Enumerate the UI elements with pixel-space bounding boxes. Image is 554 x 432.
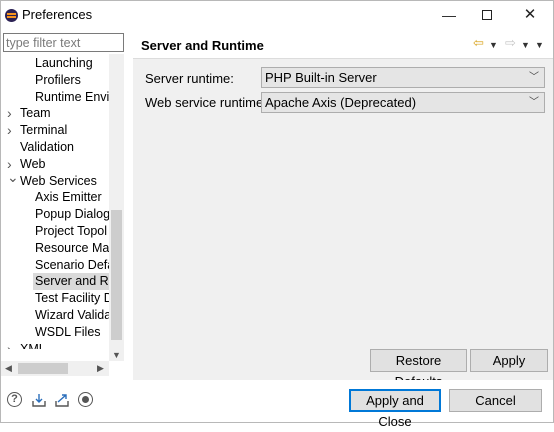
preference-navigation: Launching Profilers Runtime Envir › Team › Ter…: [1, 30, 128, 380]
vertical-scroll-thumb[interactable]: [111, 210, 122, 340]
tree-item[interactable]: Runtime Envir: [1, 89, 109, 106]
apply-button[interactable]: Apply: [470, 349, 548, 372]
back-dropdown-icon[interactable]: ▼: [489, 38, 498, 52]
scroll-right-icon[interactable]: ▶: [97, 361, 104, 376]
close-button[interactable]: ✕: [518, 5, 542, 25]
tree-item-label: Popup Dialog: [35, 207, 109, 222]
tree-item-label: Server and Ru: [35, 274, 109, 289]
minimize-button[interactable]: —: [437, 5, 461, 25]
apply-and-close-button[interactable]: Apply and Close: [349, 389, 441, 429]
tree-item-label: Validation: [20, 140, 74, 154]
import-icon[interactable]: [31, 392, 47, 408]
tree-item-label: WSDL Files: [35, 324, 101, 339]
tree-item-label: Team: [20, 106, 51, 121]
preferences-dialog: Preferences — ✕ Launching Profilers Runtim…: [0, 0, 554, 429]
maximize-icon: [482, 10, 492, 21]
filter-input[interactable]: [3, 33, 124, 52]
web-service-runtime-value: Apache Axis (Deprecated): [265, 95, 417, 110]
tree-item[interactable]: WSDL Files: [1, 324, 109, 341]
forward-dropdown-icon[interactable]: ▼: [521, 38, 530, 52]
tree-item[interactable]: Axis Emitter: [1, 189, 109, 206]
dialog-footer: ? Apply and Close Cancel: [1, 380, 553, 429]
tree-vertical-scrollbar[interactable]: ▼: [109, 54, 124, 361]
tree-item[interactable]: Wizard Valida: [1, 307, 109, 324]
export-icon[interactable]: [54, 392, 70, 408]
maximize-button[interactable]: [475, 5, 499, 25]
chevron-down-icon: ﹀: [529, 72, 539, 83]
server-runtime-select[interactable]: PHP Built-in Server ﹀: [261, 67, 545, 88]
page-title: Server and Runtime: [141, 38, 264, 53]
tree-item-label: Terminal: [20, 123, 68, 138]
tree-item[interactable]: Test Facility D: [1, 290, 109, 307]
tree-item[interactable]: Validation: [1, 139, 109, 156]
tree-item-label: Profilers: [35, 72, 81, 87]
tree-item-label: XML: [20, 341, 46, 349]
tree-item-label: Wizard Valida: [35, 308, 109, 322]
help-icon[interactable]: ?: [7, 392, 22, 407]
tree-item-label: Web Services: [20, 173, 97, 188]
chevron-right-icon[interactable]: ›: [7, 341, 12, 349]
tree-item[interactable]: › Terminal: [1, 122, 109, 139]
preference-tree: Launching Profilers Runtime Envir › Team › Ter…: [1, 54, 109, 349]
tree-item-label: Web: [20, 156, 46, 171]
tree-item[interactable]: Launching: [1, 55, 109, 72]
chevron-right-icon[interactable]: ›: [7, 105, 12, 122]
web-service-runtime-select[interactable]: Apache Axis (Deprecated) ﹀: [261, 92, 545, 113]
restore-defaults-button[interactable]: Restore Defaults: [370, 349, 467, 389]
tree-item[interactable]: › Team: [1, 105, 109, 122]
eclipse-icon: [5, 9, 18, 22]
title-bar: Preferences — ✕: [1, 1, 553, 30]
tree-item-label: Project Topol: [35, 224, 108, 238]
tree-horizontal-scrollbar[interactable]: ◀ ▶: [1, 361, 109, 376]
record-icon[interactable]: [78, 392, 93, 407]
tree-item[interactable]: Scenario Defa: [1, 257, 109, 274]
server-runtime-label: Server runtime:: [145, 71, 234, 86]
chevron-down-icon[interactable]: ⌄: [7, 169, 19, 186]
chevron-right-icon[interactable]: ›: [7, 122, 12, 139]
window-title: Preferences: [22, 7, 93, 22]
web-service-runtime-label: Web service runtime:: [145, 95, 267, 110]
tree-item-label: Scenario Defa: [35, 257, 109, 272]
tree-item[interactable]: Popup Dialog: [1, 206, 109, 223]
back-arrow-icon[interactable]: ⇦: [473, 36, 484, 50]
tree-item-label: Runtime Envir: [35, 89, 109, 104]
tree-item-label: Axis Emitter: [35, 190, 102, 205]
tree-item[interactable]: ⌄ Web Services: [1, 169, 109, 190]
tree-item-label: Resource Mar: [35, 240, 109, 255]
tree-item[interactable]: Server and Ru: [33, 273, 109, 291]
tree-item[interactable]: › XML: [1, 341, 109, 349]
tree-item[interactable]: Project Topol: [1, 223, 109, 240]
server-runtime-value: PHP Built-in Server: [265, 70, 377, 85]
scroll-down-icon[interactable]: ▼: [112, 350, 121, 360]
scroll-left-icon[interactable]: ◀: [5, 361, 12, 376]
forward-arrow-icon[interactable]: ⇨: [505, 36, 516, 50]
tree-item[interactable]: Profilers: [1, 72, 109, 89]
page-header: Server and Runtime ⇦ ▼ ⇨ ▼ ▼: [133, 30, 553, 59]
cancel-button[interactable]: Cancel: [449, 389, 542, 412]
view-menu-icon[interactable]: ▼: [535, 38, 544, 52]
tree-item-label: Launching: [35, 56, 93, 70]
tree-item-label: Test Facility D: [35, 291, 109, 306]
preference-page: Server and Runtime ⇦ ▼ ⇨ ▼ ▼ Server runt…: [133, 30, 553, 389]
chevron-down-icon: ﹀: [529, 97, 539, 108]
tree-item[interactable]: Resource Mar: [1, 240, 109, 257]
horizontal-scroll-thumb[interactable]: [18, 363, 68, 374]
